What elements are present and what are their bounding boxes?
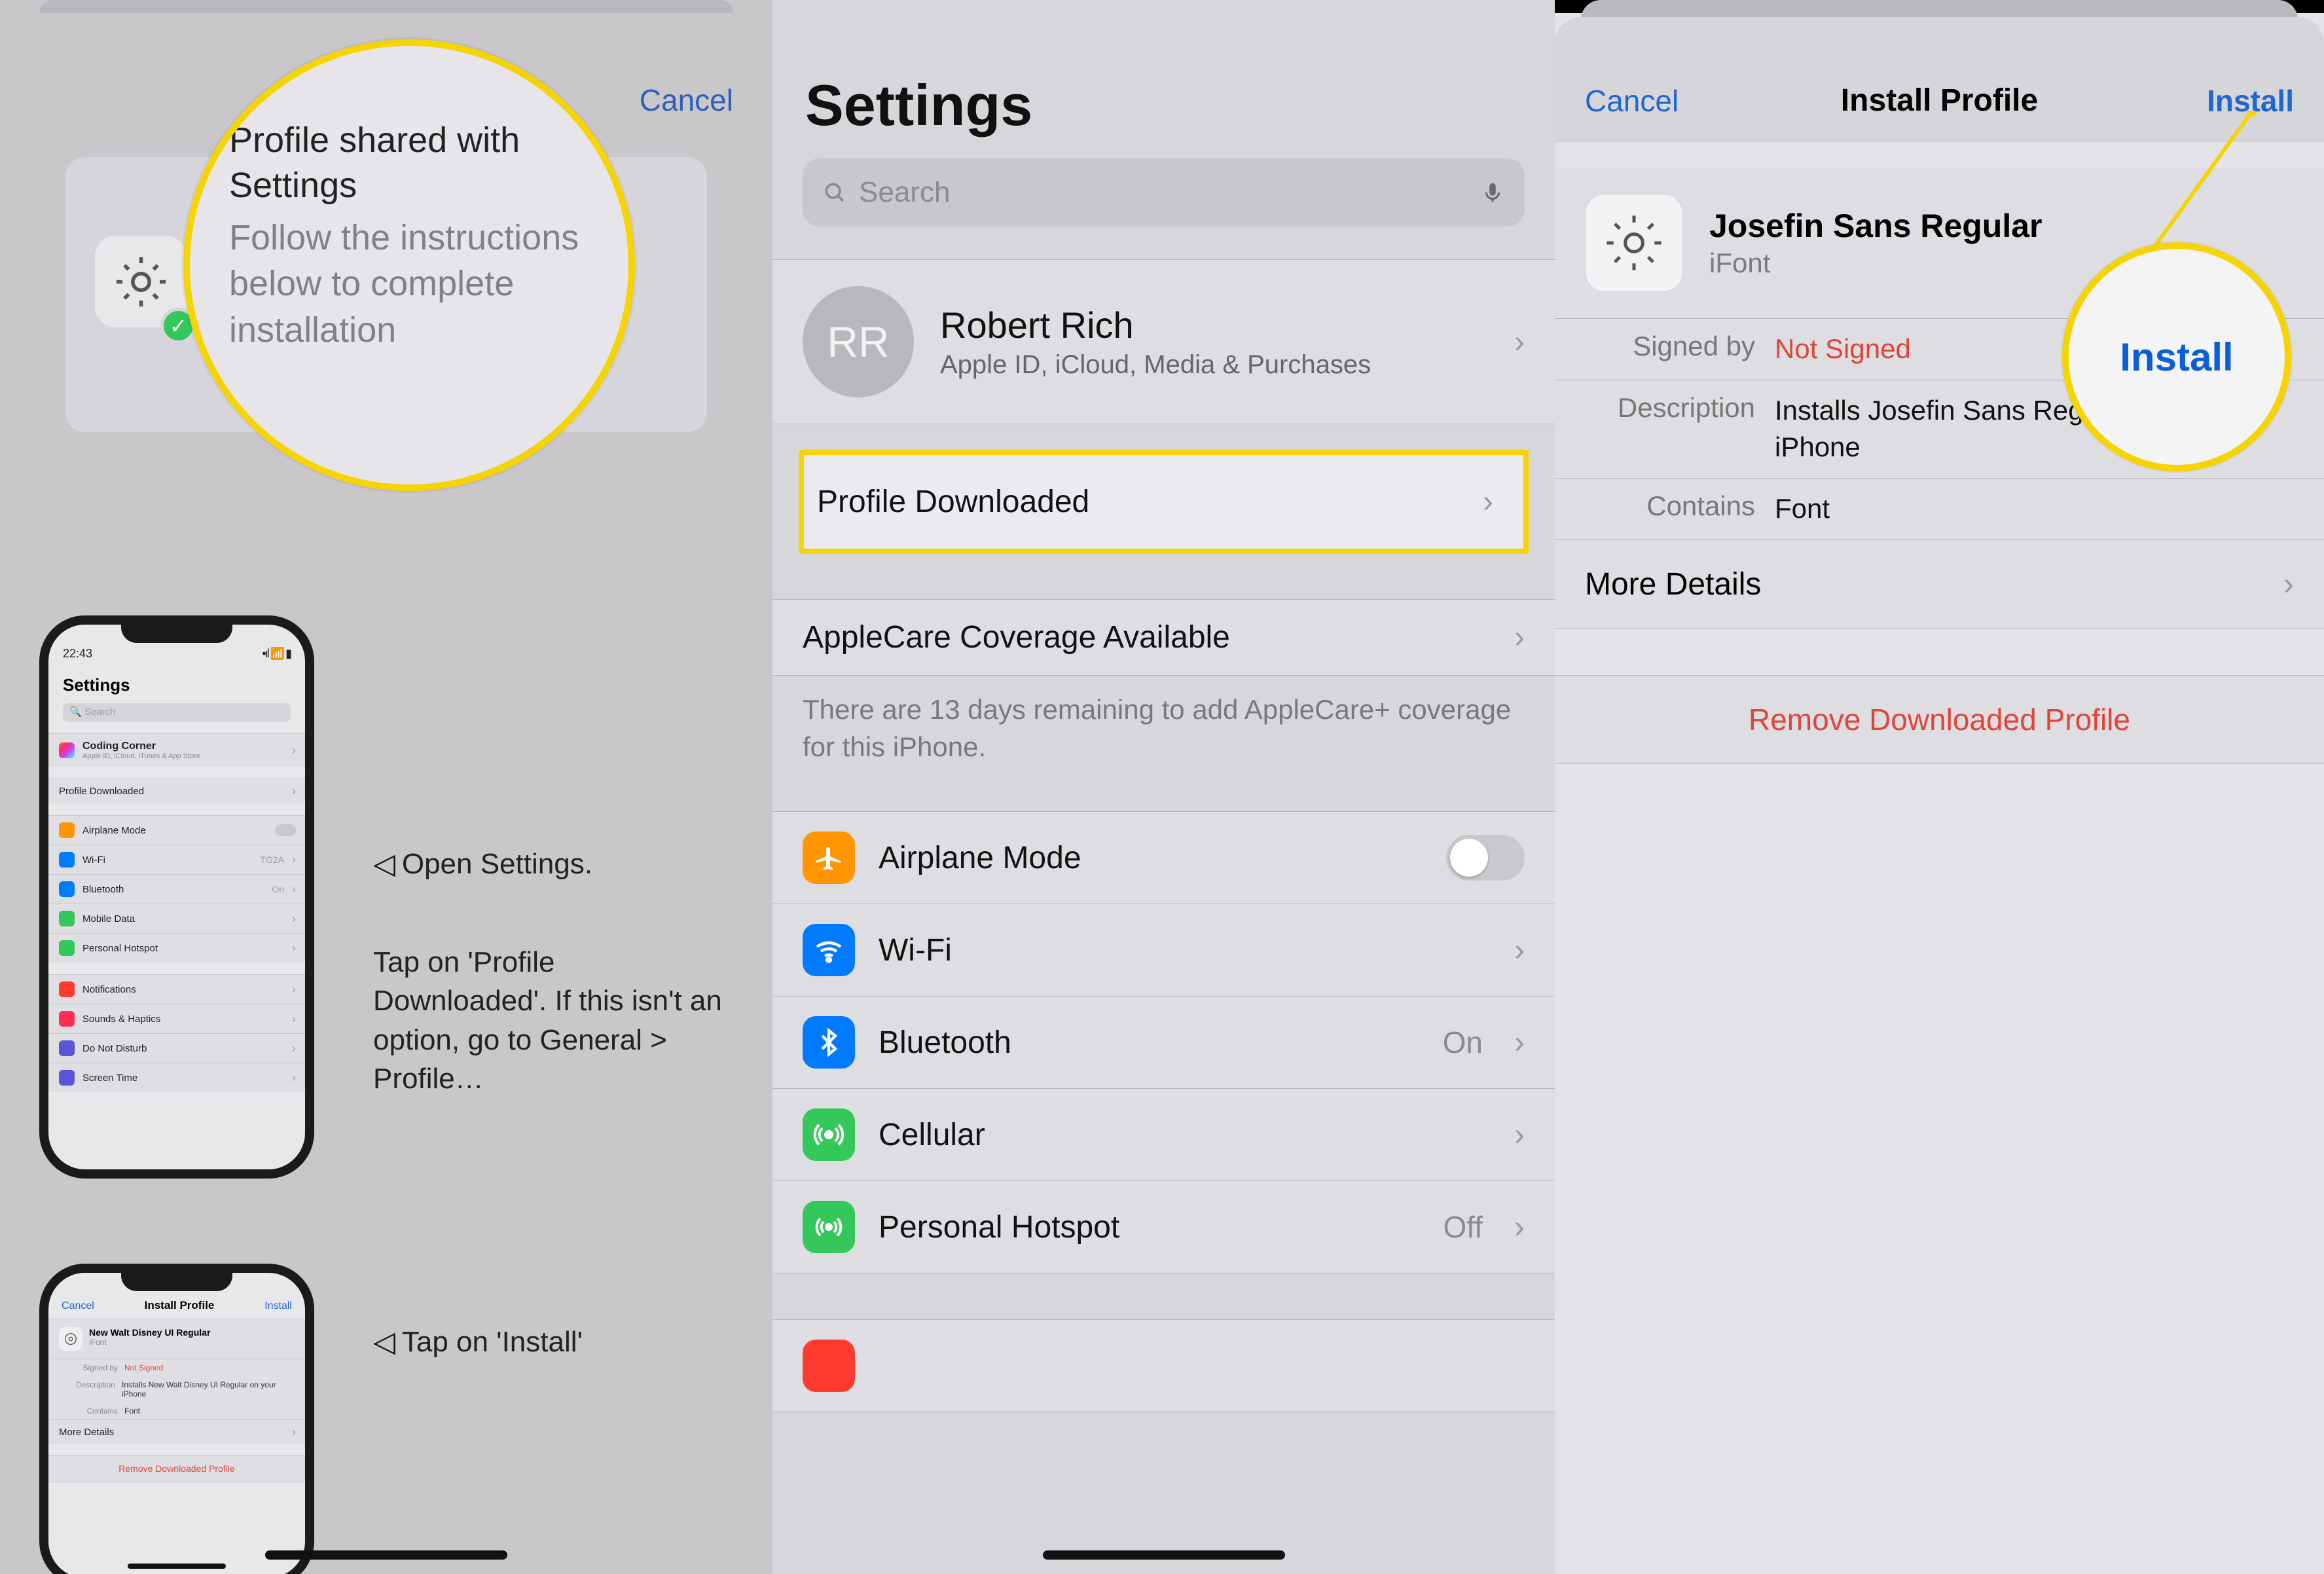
chevron-right-icon: › (1514, 1025, 1525, 1061)
mini-user-row: Coding CornerApple ID, iCloud, iTunes & … (48, 733, 305, 767)
more-row[interactable] (772, 1320, 1555, 1412)
chevron-right-icon: › (1514, 1117, 1525, 1153)
settings-row-cellular[interactable]: Cellular› (772, 1088, 1555, 1180)
settings-row-bluetooth[interactable]: BluetoothOn› (772, 996, 1555, 1088)
profile-source: iFont (1709, 247, 2043, 279)
chevron-right-icon: › (2283, 566, 2294, 602)
user-name: Robert Rich (940, 304, 1371, 346)
cancel-button[interactable]: Cancel (640, 82, 733, 118)
home-indicator (265, 1550, 507, 1560)
zoom-highlight-install: Install (2062, 242, 2291, 471)
install-button[interactable]: Install (2207, 83, 2294, 119)
mini-row: BluetoothOn› (48, 874, 305, 904)
step-1-text: ▷Open Settings. (373, 845, 727, 883)
install-profile-navbar: Cancel Install Profile Install (1555, 17, 2324, 141)
app-icon (803, 1340, 855, 1392)
mini-row: Mobile Data› (48, 904, 305, 933)
mini-row: Airplane Mode (48, 815, 305, 845)
applecare-row[interactable]: AppleCare Coverage Available › (772, 600, 1555, 675)
chevron-right-icon: › (1514, 619, 1525, 655)
mini-row: Sounds & Haptics› (48, 1004, 305, 1033)
cellular-icon (803, 1108, 855, 1161)
install-preview-phone: Cancel Install Profile Install New Walt … (39, 1264, 314, 1574)
chevron-right-icon: › (1514, 324, 1525, 360)
mini-row: Screen Time› (48, 1063, 305, 1092)
mini-row: Do Not Disturb› (48, 1033, 305, 1063)
hotspot-icon (803, 1201, 855, 1253)
mini-profile-downloaded: Profile Downloaded› (48, 778, 305, 803)
avatar: RR (803, 286, 914, 397)
profile-downloaded-row[interactable]: Profile Downloaded › (804, 455, 1523, 549)
profile-downloaded-highlight: Profile Downloaded › (799, 450, 1529, 554)
more-details-row[interactable]: More Details › (1555, 540, 2324, 629)
settings-title: Settings (772, 0, 1555, 158)
wifi-icon (803, 924, 855, 976)
airplane-icon (803, 832, 855, 884)
zoom-highlight-profile-shared: Profile shared with Settings Follow the … (183, 39, 635, 491)
settings-row-personal-hotspot[interactable]: Personal HotspotOff› (772, 1180, 1555, 1273)
apple-id-row[interactable]: RR Robert Rich Apple ID, iCloud, Media &… (772, 260, 1555, 424)
chevron-right-icon: › (1514, 932, 1525, 968)
search-placeholder: Search (859, 176, 950, 209)
applecare-footer: There are 13 days remaining to add Apple… (772, 676, 1555, 792)
step-3-text: ▷Tap on 'Install' (373, 1323, 727, 1361)
profile-name: Josefin Sans Regular (1709, 207, 2043, 245)
step-2-text: Tap on 'Profile Downloaded'. If this isn… (373, 943, 727, 1099)
settings-preview-phone: 22:43•ıl 📶 ▮ Settings 🔍 Search Coding Co… (39, 615, 314, 1179)
user-detail: Apple ID, iCloud, Media & Purchases (940, 350, 1371, 380)
toggle-switch[interactable] (1446, 835, 1525, 881)
bluetooth-icon (803, 1016, 855, 1069)
mini-settings-title: Settings (48, 661, 305, 701)
profile-gear-icon (1585, 194, 1683, 292)
settings-search[interactable]: Search (803, 158, 1525, 227)
search-icon (822, 180, 847, 205)
settings-row-airplane-mode[interactable]: Airplane Mode (772, 812, 1555, 904)
remove-profile-button[interactable]: Remove Downloaded Profile (1555, 675, 2324, 764)
mini-row: Wi-FiTG2A› (48, 845, 305, 874)
chevron-right-icon: › (1483, 484, 1493, 520)
settings-row-wi-fi[interactable]: Wi-Fi› (772, 904, 1555, 996)
mic-icon[interactable] (1480, 180, 1505, 205)
mini-search: 🔍 Search (63, 703, 291, 722)
mini-gear-icon (59, 1327, 82, 1351)
chevron-right-icon: › (1514, 1209, 1525, 1245)
mini-row: Notifications› (48, 974, 305, 1004)
cancel-button[interactable]: Cancel (1585, 83, 1679, 119)
home-indicator (1043, 1550, 1285, 1560)
mini-row: Personal Hotspot› (48, 933, 305, 962)
install-profile-title: Install Profile (1841, 82, 2038, 119)
profile-contains: ContainsFont (1555, 479, 2324, 540)
